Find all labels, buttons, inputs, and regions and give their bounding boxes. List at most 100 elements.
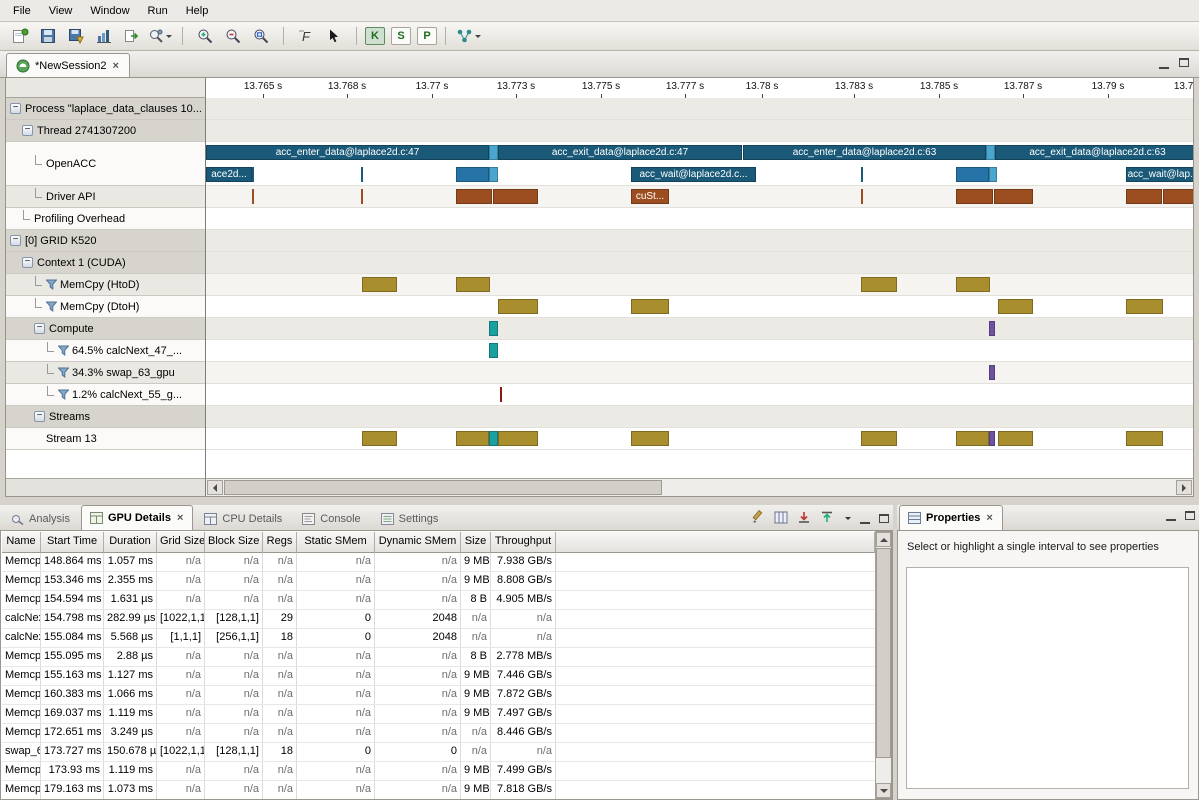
- zoom-in-button[interactable]: [191, 25, 219, 47]
- collapse-toggle-icon[interactable]: −: [34, 323, 45, 334]
- maximize-icon[interactable]: [1185, 511, 1195, 520]
- interval-bar[interactable]: [956, 277, 990, 292]
- table-row[interactable]: Memcpy172.651 ms3.249 µsn/an/an/an/an/an…: [2, 724, 875, 743]
- interval-bar[interactable]: acc_exit_data@laplace2d.c:63: [995, 145, 1193, 160]
- interval-bar[interactable]: [1126, 189, 1162, 204]
- minimize-icon[interactable]: [1166, 510, 1176, 521]
- interval-bar[interactable]: [861, 189, 863, 204]
- pencil-icon[interactable]: [751, 510, 765, 527]
- filter-funnel-icon[interactable]: [58, 345, 69, 356]
- tree-row-openacc[interactable]: OpenACC: [6, 142, 205, 186]
- interval-bar[interactable]: [989, 167, 997, 182]
- minimize-icon[interactable]: [860, 513, 870, 524]
- interval-bar[interactable]: [989, 431, 995, 446]
- interval-bar[interactable]: acc_wait@lap...: [1126, 167, 1193, 182]
- profile-settings-button[interactable]: [146, 25, 174, 47]
- interval-bar[interactable]: acc_wait@laplace2d.c...: [631, 167, 756, 182]
- close-icon[interactable]: ×: [985, 512, 993, 524]
- tree-row-kernel-calcnext-47[interactable]: 64.5% calcNext_47_...: [6, 340, 205, 362]
- tree-row-driver-api[interactable]: Driver API: [6, 186, 205, 208]
- interval-bar[interactable]: [456, 277, 490, 292]
- col-header-duration[interactable]: Duration: [104, 532, 157, 553]
- col-header-name[interactable]: Name: [2, 532, 41, 553]
- zoom-out-button[interactable]: [219, 25, 247, 47]
- table-row[interactable]: swap_63173.727 ms150.678 µs[1022,1,1][12…: [2, 743, 875, 762]
- interval-bar[interactable]: [252, 167, 254, 182]
- timeline-row-driver-api[interactable]: cuSt...: [206, 186, 1193, 208]
- save-timeline-button[interactable]: [62, 25, 90, 47]
- columns-icon[interactable]: [774, 511, 788, 527]
- menu-window[interactable]: Window: [81, 2, 138, 20]
- new-session-button[interactable]: [6, 25, 34, 47]
- interval-bar[interactable]: [1126, 431, 1163, 446]
- tree-row-kernel-calcnext-55[interactable]: 1.2% calcNext_55_g...: [6, 384, 205, 406]
- timeline-row-compute[interactable]: [206, 318, 1193, 340]
- col-header-throughput[interactable]: Throughput: [491, 532, 556, 553]
- interval-bar[interactable]: [362, 277, 397, 292]
- col-header-grid-size[interactable]: Grid Size: [157, 532, 205, 553]
- minimize-icon[interactable]: [1159, 58, 1169, 69]
- col-header-block-size[interactable]: Block Size: [205, 532, 263, 553]
- interval-bar[interactable]: [361, 167, 363, 182]
- timeline-row-process[interactable]: [206, 98, 1193, 120]
- tree-row-stream-13[interactable]: Stream 13: [6, 428, 205, 450]
- filter-funnel-icon[interactable]: [46, 279, 57, 290]
- tree-row-streams[interactable]: −Streams: [6, 406, 205, 428]
- tree-row-process[interactable]: −Process "laplace_data_clauses 10...: [6, 98, 205, 120]
- interval-bar[interactable]: [456, 189, 492, 204]
- close-icon[interactable]: ×: [176, 512, 184, 524]
- table-row[interactable]: Memcpy154.594 ms1.631 µsn/an/an/an/an/a8…: [2, 591, 875, 610]
- timeline-ruler[interactable]: 13.765 s13.768 s13.77 s13.773 s13.775 s1…: [206, 78, 1193, 99]
- timeline-row-openacc[interactable]: acc_enter_data@laplace2d.c:47acc_exit_da…: [206, 142, 1193, 186]
- col-header-dynamic-smem[interactable]: Dynamic SMem: [375, 532, 461, 553]
- interval-bar[interactable]: ace2d...: [206, 167, 252, 182]
- tree-row-kernel-swap-63[interactable]: 34.3% swap_63_gpu: [6, 362, 205, 384]
- menu-file[interactable]: File: [4, 2, 40, 20]
- timeline-row-memcpy-dtoh[interactable]: [206, 296, 1193, 318]
- maximize-icon[interactable]: [1179, 58, 1189, 67]
- interval-bar[interactable]: acc_exit_data@laplace2d.c:47: [498, 145, 742, 160]
- tree-row-compute[interactable]: −Compute: [6, 318, 205, 340]
- filter-funnel-icon[interactable]: [46, 301, 57, 312]
- interval-bar[interactable]: [1126, 299, 1163, 314]
- analysis-menu-button[interactable]: [454, 25, 483, 47]
- timeline-row-thread[interactable]: [206, 120, 1193, 142]
- timeline-row-kernel-calcnext-47[interactable]: [206, 340, 1193, 362]
- interval-bar[interactable]: [456, 167, 489, 182]
- table-row[interactable]: Memcpy169.037 ms1.119 msn/an/an/an/an/a9…: [2, 705, 875, 724]
- interval-bar[interactable]: acc_enter_data@laplace2d.c:63: [743, 145, 986, 160]
- interval-bar[interactable]: [498, 299, 538, 314]
- col-header-size[interactable]: Size: [461, 532, 491, 553]
- table-row[interactable]: Memcpy179.163 ms1.073 msn/an/an/an/an/a9…: [2, 781, 875, 799]
- filter-funnel-icon[interactable]: [58, 389, 69, 400]
- interval-bar[interactable]: [489, 145, 498, 160]
- collapse-toggle-icon[interactable]: −: [34, 411, 45, 422]
- timeline-row-context-1[interactable]: [206, 252, 1193, 274]
- table-row[interactable]: Memcpy173.93 ms1.119 msn/an/an/an/an/a9 …: [2, 762, 875, 781]
- interval-bar[interactable]: [998, 299, 1033, 314]
- interval-bar[interactable]: [489, 167, 498, 182]
- export-table-icon[interactable]: [820, 511, 834, 527]
- collapse-toggle-icon[interactable]: −: [22, 257, 33, 268]
- table-row[interactable]: Memcpy155.095 ms2.88 µsn/an/an/an/an/a8 …: [2, 648, 875, 667]
- col-header-start-time[interactable]: Start Time: [41, 532, 104, 553]
- interval-bar[interactable]: [989, 365, 995, 380]
- interval-bar[interactable]: [631, 431, 669, 446]
- table-row[interactable]: Memcpy155.163 ms1.127 msn/an/an/an/an/a9…: [2, 667, 875, 686]
- interval-bar[interactable]: [956, 167, 989, 182]
- tab-analysis[interactable]: Analysis: [2, 507, 79, 530]
- interval-bar[interactable]: [1163, 189, 1193, 204]
- session-tab[interactable]: *NewSession2 ×: [6, 53, 130, 77]
- interval-bar[interactable]: [361, 189, 363, 204]
- interval-bar[interactable]: [489, 431, 498, 446]
- table-row[interactable]: calcNext154.798 ms282.99 µs[1022,1,1][12…: [2, 610, 875, 629]
- interval-bar[interactable]: [998, 431, 1033, 446]
- tree-row-context-1[interactable]: −Context 1 (CUDA): [6, 252, 205, 274]
- collapse-toggle-icon[interactable]: −: [10, 103, 21, 114]
- scroll-left-button[interactable]: [207, 480, 223, 495]
- zoom-fit-button[interactable]: [247, 25, 275, 47]
- interval-bar[interactable]: [861, 167, 863, 182]
- table-row[interactable]: Memcpy153.346 ms2.355 msn/an/an/an/an/a9…: [2, 572, 875, 591]
- maximize-icon[interactable]: [879, 514, 889, 523]
- timeline-row-streams[interactable]: [206, 406, 1193, 428]
